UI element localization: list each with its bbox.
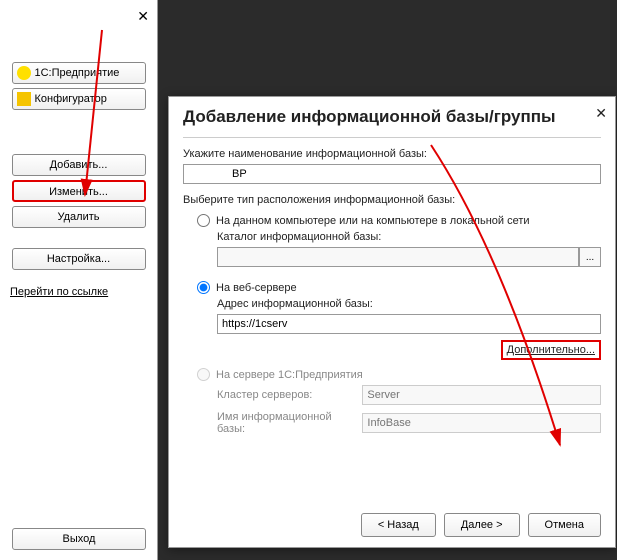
type-label: Выберите тип расположения информационной… — [183, 194, 601, 206]
configurator-button[interactable]: Конфигуратор — [12, 88, 146, 110]
close-icon[interactable]: ✕ — [595, 105, 607, 122]
dialog-title: Добавление информационной базы/группы — [169, 97, 615, 133]
url-input[interactable] — [217, 314, 601, 334]
ibname-label: Имя информационной базы: — [217, 411, 356, 435]
folder-label: Каталог информационной базы: — [217, 231, 601, 243]
1c-icon — [17, 66, 31, 80]
enterprise-button[interactable]: 1С:Предприятие — [12, 62, 146, 84]
additional-link[interactable]: Дополнительно... — [501, 340, 601, 360]
configurator-icon — [17, 92, 31, 106]
browse-button[interactable]: ... — [579, 247, 601, 267]
name-input[interactable] — [183, 164, 601, 184]
back-button[interactable]: < Назад — [361, 513, 436, 537]
ibname-input — [362, 413, 601, 433]
add-infobase-dialog: Добавление информационной базы/группы ✕ … — [168, 96, 616, 548]
folder-input — [217, 247, 579, 267]
url-label: Адрес информационной базы: — [217, 298, 601, 310]
edit-button[interactable]: Изменить... — [12, 180, 146, 202]
radio-server-label: На сервере 1С:Предприятия — [216, 369, 363, 381]
configurator-label: Конфигуратор — [35, 93, 107, 105]
goto-link[interactable]: Перейти по ссылке — [10, 286, 147, 298]
delete-button[interactable]: Удалить — [12, 206, 146, 228]
cluster-label: Кластер серверов: — [217, 389, 356, 401]
next-button[interactable]: Далее > — [444, 513, 520, 537]
launcher-panel: ✕ 1С:Предприятие Конфигуратор Добавить..… — [0, 0, 158, 560]
radio-server[interactable] — [197, 368, 210, 381]
settings-button[interactable]: Настройка... — [12, 248, 146, 270]
name-label: Укажите наименование информационной базы… — [183, 148, 601, 160]
radio-local[interactable] — [197, 214, 210, 227]
add-button[interactable]: Добавить... — [12, 154, 146, 176]
radio-web-label: На веб-сервере — [216, 282, 297, 294]
cluster-input — [362, 385, 601, 405]
radio-web[interactable] — [197, 281, 210, 294]
cancel-button[interactable]: Отмена — [528, 513, 601, 537]
divider — [183, 137, 601, 138]
enterprise-label: 1С:Предприятие — [35, 67, 120, 79]
radio-local-label: На данном компьютере или на компьютере в… — [216, 215, 530, 227]
exit-button[interactable]: Выход — [12, 528, 146, 550]
close-icon[interactable]: ✕ — [137, 8, 149, 25]
